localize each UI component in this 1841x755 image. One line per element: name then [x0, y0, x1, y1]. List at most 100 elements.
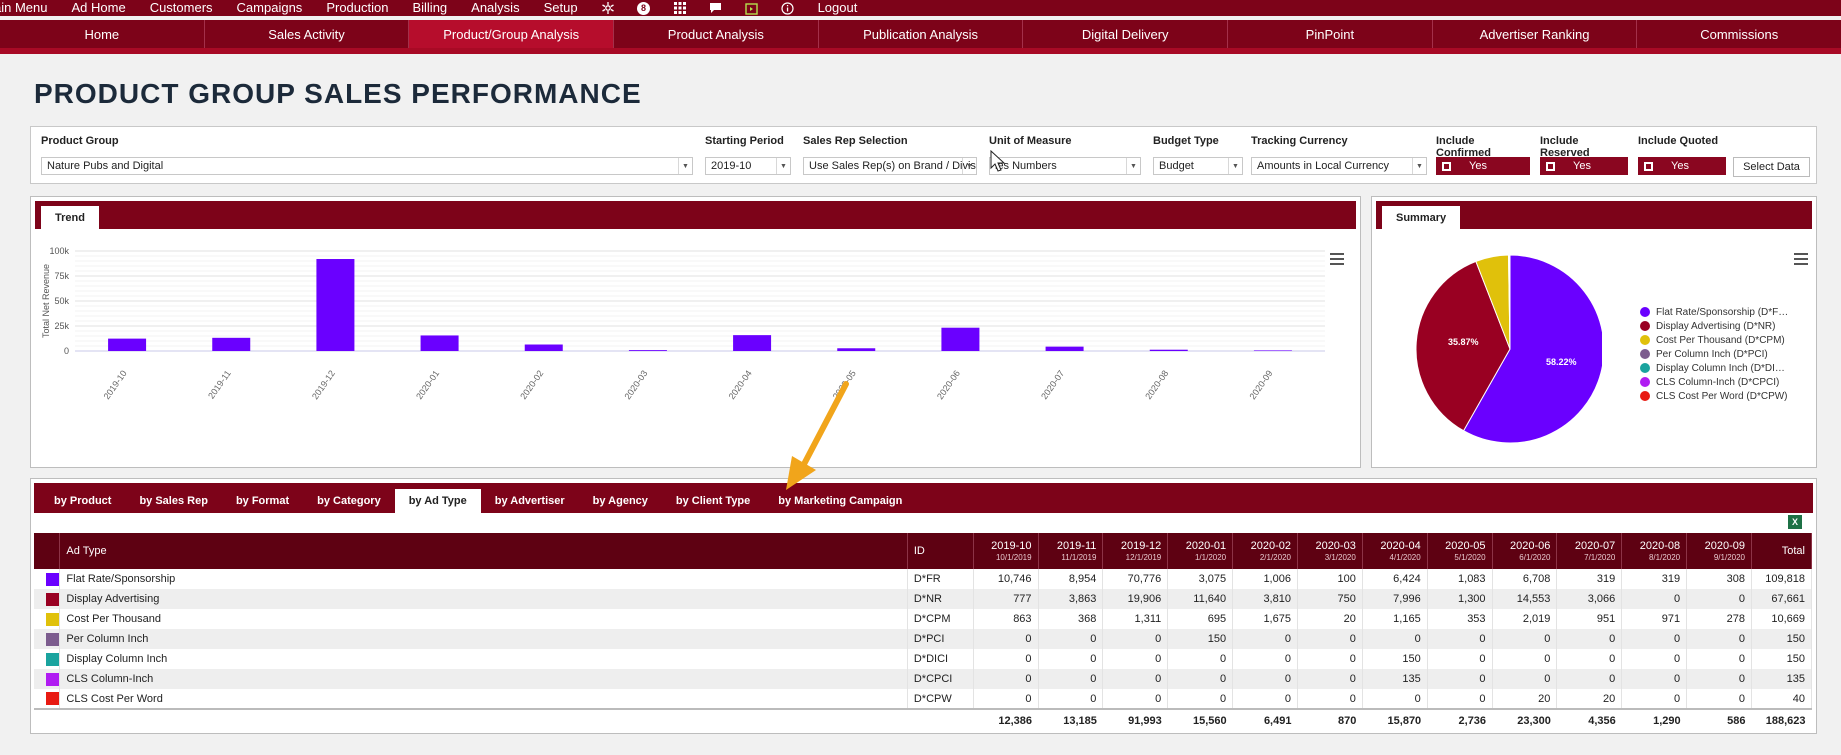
bar — [316, 259, 355, 351]
excel-export-icon[interactable]: X — [1788, 515, 1802, 529]
menu-campaigns[interactable]: Campaigns — [225, 0, 315, 16]
menu-main[interactable]: ain Menu — [0, 0, 59, 16]
select-data-button[interactable]: Select Data — [1733, 157, 1810, 177]
bar — [837, 348, 876, 351]
nav-tab-product-analysis[interactable]: Product Analysis — [614, 20, 819, 48]
column-header-period[interactable]: 2020-09 9/1/2020 — [1686, 533, 1752, 569]
x-tick-label: 2020-01 — [414, 368, 441, 401]
info-icon[interactable] — [780, 0, 796, 16]
notification-badge[interactable]: 8 — [636, 0, 652, 16]
sales-rep-select[interactable]: Use Sales Rep(s) on Brand / Divis ▼ — [803, 157, 977, 175]
column-header-total[interactable]: Total — [1751, 533, 1813, 569]
value-cell: 319 — [1556, 569, 1623, 589]
include-quoted-toggle[interactable]: Yes — [1638, 157, 1726, 175]
column-header-period[interactable]: 2019-11 11/1/2019 — [1038, 533, 1104, 569]
nav-tab-sales-activity[interactable]: Sales Activity — [205, 20, 410, 48]
column-total-cell: 870 — [1297, 708, 1363, 731]
column-header-id[interactable]: ID — [907, 533, 974, 569]
tab-by-sales-rep[interactable]: by Sales Rep — [125, 489, 221, 513]
table-row[interactable]: CLS Column-Inch D*CPCI 0 0 0 0 0 0 135 0 0 0 0 0 135 — [34, 669, 1813, 689]
y-tick-label: 75k — [54, 271, 69, 281]
nav-tab-publication-analysis[interactable]: Publication Analysis — [819, 20, 1024, 48]
legend-label: CLS Cost Per Word (D*CPW) — [1656, 390, 1788, 402]
legend-item[interactable]: Display Advertising (D*NR) — [1640, 319, 1810, 333]
legend-item[interactable]: Display Column Inch (D*DI… — [1640, 361, 1810, 375]
column-header-period[interactable]: 2020-07 7/1/2020 — [1556, 533, 1623, 569]
value-cell: 20 — [1297, 609, 1363, 629]
bar — [524, 344, 563, 351]
chevron-down-icon: ▼ — [678, 158, 692, 174]
table-row[interactable]: CLS Cost Per Word D*CPW 0 0 0 0 0 0 0 0 20 20 0 0 40 — [34, 689, 1813, 709]
tab-summary[interactable]: Summary — [1382, 206, 1461, 229]
logout-link[interactable]: Logout — [806, 0, 870, 16]
legend-item[interactable]: Cost Per Thousand (D*CPM) — [1640, 333, 1810, 347]
table-row[interactable]: Display Column Inch D*DICI 0 0 0 0 0 0 150 0 0 0 0 0 1… — [34, 649, 1813, 669]
menu-production[interactable]: Production — [314, 0, 400, 16]
column-header-period[interactable]: 2020-05 5/1/2020 — [1427, 533, 1493, 569]
table-row[interactable]: Per Column Inch D*PCI 0 0 0 150 0 0 0 0 0 0 0 0 150 — [34, 629, 1813, 649]
nav-tab-home[interactable]: Home — [0, 20, 205, 48]
tab-by-advertiser[interactable]: by Advertiser — [481, 489, 579, 513]
menu-ad-home[interactable]: Ad Home — [59, 0, 137, 16]
tab-trend[interactable]: Trend — [41, 206, 99, 229]
nav-tab-pinpoint[interactable]: PinPoint — [1228, 20, 1433, 48]
column-header-period[interactable]: 2019-10 10/1/2019 — [973, 533, 1039, 569]
column-header-period[interactable]: 2020-02 2/1/2020 — [1232, 533, 1298, 569]
table-row[interactable]: Flat Rate/Sponsorship D*FR 10,746 8,954 70,7… — [34, 569, 1813, 589]
calendar-icon[interactable] — [744, 0, 760, 16]
column-header-period[interactable]: 2020-01 1/1/2020 — [1167, 533, 1234, 569]
tab-by-format[interactable]: by Format — [222, 489, 303, 513]
column-header-period[interactable]: 2019-12 12/1/2019 — [1102, 533, 1169, 569]
unit-select[interactable]: les Numbers ▼ — [989, 157, 1141, 175]
column-header-period[interactable]: 2020-03 3/1/2020 — [1297, 533, 1363, 569]
tab-by-client-type[interactable]: by Client Type — [662, 489, 764, 513]
filter-label: Include Reserved — [1540, 135, 1590, 159]
menu-setup[interactable]: Setup — [532, 0, 590, 16]
include-reserved-toggle[interactable]: Yes — [1540, 157, 1628, 175]
network-icon[interactable] — [600, 0, 616, 16]
include-confirmed-toggle[interactable]: Yes — [1436, 157, 1530, 175]
legend-item[interactable]: Flat Rate/Sponsorship (D*F… — [1640, 305, 1810, 319]
period-date: 6/1/2020 — [1519, 553, 1551, 562]
table-row[interactable]: Cost Per Thousand D*CPM 863 368 1,311 695 1,67… — [34, 609, 1813, 629]
value-cell: 0 — [1556, 629, 1623, 649]
value-cell: 0 — [1167, 669, 1234, 689]
legend-item[interactable]: CLS Column-Inch (D*CPCI) — [1640, 375, 1810, 389]
row-total-cell: 135 — [1751, 669, 1813, 689]
menu-customers[interactable]: Customers — [138, 0, 225, 16]
column-header-period[interactable]: 2020-08 8/1/2020 — [1621, 533, 1688, 569]
grid-icon[interactable] — [672, 0, 688, 16]
nav-tab-commissions[interactable]: Commissions — [1637, 20, 1841, 48]
nav-tab-advertiser-ranking[interactable]: Advertiser Ranking — [1433, 20, 1638, 48]
select-value: Nature Pubs and Digital — [47, 160, 164, 172]
column-header-period[interactable]: 2020-06 6/1/2020 — [1492, 533, 1558, 569]
menu-billing[interactable]: Billing — [400, 0, 459, 16]
value-cell: 0 — [1621, 669, 1688, 689]
nav-tab-product-group-analysis[interactable]: Product/Group Analysis — [409, 20, 615, 48]
value-cell: 0 — [973, 669, 1039, 689]
value-cell: 11,640 — [1167, 589, 1234, 609]
product-group-select[interactable]: Nature Pubs and Digital ▼ — [41, 157, 693, 175]
starting-period-select[interactable]: 2019-10 ▼ — [705, 157, 791, 175]
table-row[interactable]: Display Advertising D*NR 777 3,863 19,906 11,… — [34, 589, 1813, 609]
budget-type-select[interactable]: Budget ▼ — [1153, 157, 1243, 175]
tab-by-agency[interactable]: by Agency — [579, 489, 662, 513]
period-label: 2019-11 — [1056, 540, 1097, 552]
tab-by-category[interactable]: by Category — [303, 489, 395, 513]
currency-select[interactable]: Amounts in Local Currency ▼ — [1251, 157, 1427, 175]
column-header-period[interactable]: 2020-04 4/1/2020 — [1362, 533, 1428, 569]
period-label: 2020-07 — [1574, 540, 1616, 552]
chart-menu-icon[interactable] — [1794, 253, 1808, 265]
column-header-ad-type[interactable]: Ad Type — [59, 533, 908, 569]
chat-icon[interactable] — [708, 0, 724, 16]
menu-analysis[interactable]: Analysis — [459, 0, 531, 16]
legend-item[interactable]: Per Column Inch (D*PCI) — [1640, 347, 1810, 361]
value-cell: 0 — [1102, 669, 1169, 689]
tab-by-product[interactable]: by Product — [40, 489, 125, 513]
value-cell: 1,165 — [1362, 609, 1428, 629]
nav-tab-digital-delivery[interactable]: Digital Delivery — [1023, 20, 1229, 48]
value-cell: 0 — [1686, 589, 1752, 609]
legend-item[interactable]: CLS Cost Per Word (D*CPW) — [1640, 389, 1810, 403]
tab-by-ad-type[interactable]: by Ad Type — [394, 489, 481, 513]
bar — [108, 338, 147, 351]
